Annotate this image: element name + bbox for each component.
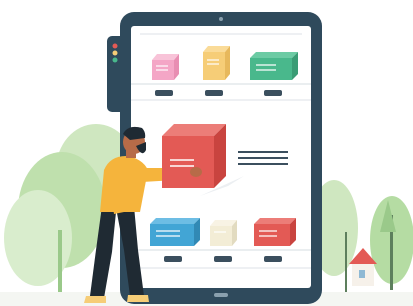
product-box-pink	[152, 54, 179, 80]
product-box-blue	[150, 218, 200, 246]
camera-dot-icon	[219, 17, 223, 21]
product-button-5[interactable]	[214, 256, 232, 262]
home-indicator-icon	[214, 293, 228, 297]
product-box-yellow	[203, 46, 230, 80]
product-button-6[interactable]	[264, 256, 282, 262]
scene	[0, 12, 413, 306]
traffic-light-icon	[112, 43, 118, 63]
product-button-2[interactable]	[205, 90, 223, 96]
product-button-1[interactable]	[155, 90, 173, 96]
hand	[190, 167, 202, 177]
product-button-3[interactable]	[264, 90, 282, 96]
product-box-green	[250, 52, 298, 80]
product-box-cream	[210, 220, 237, 246]
product-box-red	[254, 218, 296, 246]
product-button-4[interactable]	[164, 256, 182, 262]
